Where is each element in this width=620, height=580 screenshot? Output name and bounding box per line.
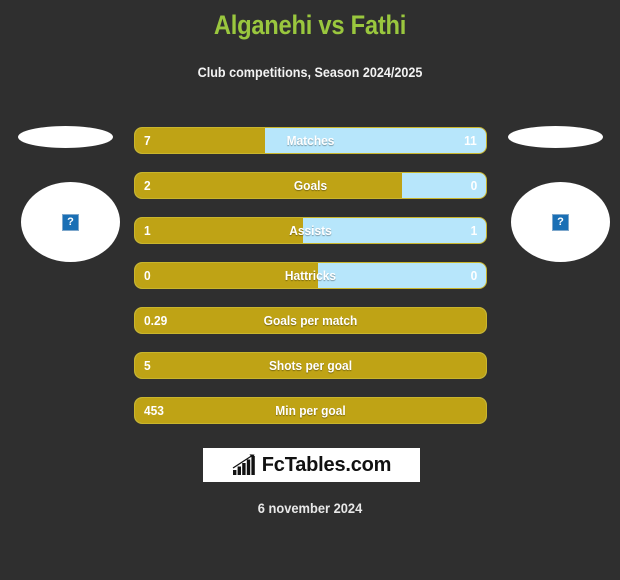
stat-bar-row: 2 Goals 0: [134, 172, 487, 199]
stat-bar-row: 1 Assists 1: [134, 217, 487, 244]
stat-comparison-card: Alganehi vs Fathi Club competitions, Sea…: [0, 0, 620, 580]
bar-chart-arrow-icon: [232, 454, 255, 475]
stat-label: Shots per goal: [268, 358, 353, 373]
stat-away-value: 11: [464, 133, 477, 148]
fctables-logo-text: FcTables.com: [261, 453, 392, 476]
stat-bar-row: 453 Min per goal: [134, 397, 487, 424]
away-avatar-shadow-ellipse: [508, 126, 603, 148]
stat-label: Assists: [289, 223, 332, 238]
fctables-logo[interactable]: FcTables.com: [203, 448, 420, 482]
stat-away-value: 1: [470, 223, 477, 238]
stat-label: Goals per match: [263, 313, 358, 328]
stat-away-value: 0: [470, 268, 477, 283]
stat-away-value: 0: [470, 178, 477, 193]
stat-bar-row: 5 Shots per goal: [134, 352, 487, 379]
page-title: Alganehi vs Fathi: [213, 10, 407, 40]
stat-bar-row: 7 Matches 11: [134, 127, 487, 154]
stat-bar-list: 7 Matches 11 2 Goals 0 1 Assists 1 0 Hattricks 0 0.2…: [134, 127, 487, 442]
stat-label: Matches: [286, 133, 335, 148]
broken-image-icon: ?: [62, 213, 79, 231]
broken-image-icon: ?: [552, 213, 569, 231]
home-avatar-oval: ?: [21, 182, 120, 262]
report-date: 6 november 2024: [257, 500, 363, 516]
stat-label: Goals: [293, 178, 328, 193]
stat-bar-row: 0 Hattricks 0: [134, 262, 487, 289]
away-avatar-oval: ?: [511, 182, 610, 262]
stat-label: Min per goal: [275, 403, 346, 418]
page-subtitle: Club competitions, Season 2024/2025: [197, 64, 423, 80]
home-avatar-shadow-ellipse: [18, 126, 113, 148]
stat-label: Hattricks: [284, 268, 337, 283]
stat-bar-row: 0.29 Goals per match: [134, 307, 487, 334]
